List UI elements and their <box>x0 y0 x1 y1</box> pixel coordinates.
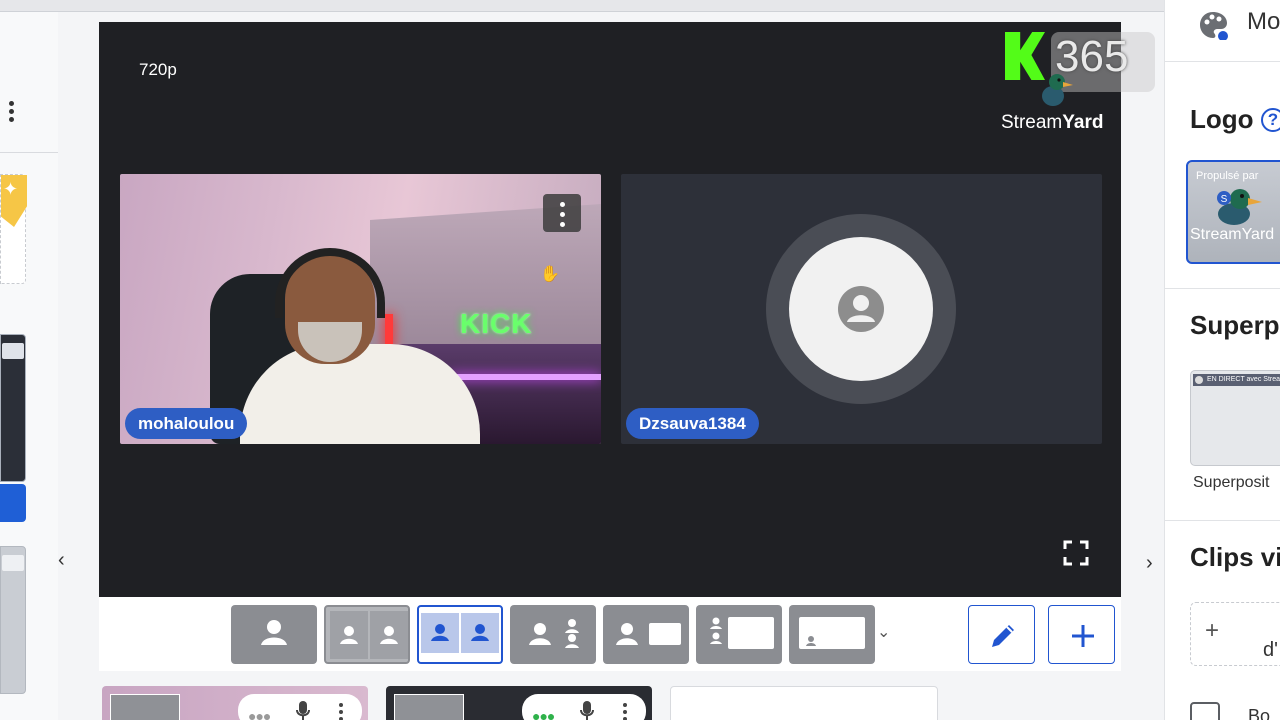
two-persons-icon <box>330 611 408 659</box>
kick-neon-sign: KICK <box>460 308 533 339</box>
loop-checkbox-row[interactable]: Bo <box>1190 702 1280 720</box>
fullscreen-icon[interactable] <box>1063 540 1089 566</box>
layout-toolbar: ⌄ <box>99 597 1121 671</box>
layout-group-button[interactable] <box>510 605 596 664</box>
plus-icon <box>1072 625 1094 647</box>
card-more-options-icon[interactable] <box>338 702 344 720</box>
divider <box>1165 288 1280 289</box>
overlay-banner-text: EN DIRECT avec StreamYard <box>1193 374 1280 386</box>
audio-controls: ●●● <box>522 694 646 720</box>
wordmark-part: Stream <box>1001 112 1063 133</box>
logo-section-title: Logo <box>1190 104 1254 134</box>
audio-level-dots: ●●● <box>248 708 271 720</box>
microphone-icon[interactable] <box>296 700 310 720</box>
streamyard-duck-icon <box>1042 74 1073 106</box>
expand-right-chevron-icon[interactable]: › <box>1146 552 1153 575</box>
checkbox-label: Bo <box>1248 706 1271 720</box>
overlays-section-title: Superp <box>1190 310 1280 340</box>
list-screen-icon <box>710 617 774 649</box>
more-options-icon[interactable] <box>4 98 20 130</box>
person-screen-icon <box>616 623 681 645</box>
logo-card-caption: Propulsé par <box>1196 170 1259 182</box>
layout-person-screen-button[interactable] <box>603 605 689 664</box>
participant-name-tag: Dzsauva1384 <box>626 408 759 439</box>
layout-side-by-side-button[interactable] <box>417 605 503 664</box>
user-avatar-icon <box>838 286 884 332</box>
divider <box>0 152 58 153</box>
brand-overlay: 365 StreamYard <box>987 30 1155 133</box>
video-clips-section-title: Clips vi <box>1190 542 1280 572</box>
microphone-icon[interactable] <box>580 700 594 720</box>
layout-solo-button[interactable] <box>231 605 317 664</box>
backstage-thumbnail <box>110 694 180 720</box>
collapse-left-chevron-icon[interactable]: ‹ <box>58 548 74 572</box>
scene-template-card[interactable]: ✦ <box>0 174 27 284</box>
overlay-logo-dot <box>1195 376 1203 384</box>
add-button[interactable] <box>1048 605 1115 664</box>
panel-header-label: Mo <box>1247 8 1280 35</box>
checkbox[interactable] <box>1190 702 1220 720</box>
backstage-card[interactable]: ●●● <box>102 686 368 720</box>
overlay-option-card[interactable]: EN DIRECT avec StreamYard <box>1190 370 1280 466</box>
clip-card-text: d' <box>1263 639 1278 661</box>
audio-controls: ●●● <box>238 694 362 720</box>
scene-active-indicator[interactable] <box>0 484 26 522</box>
scene-thumbnail-dark[interactable] <box>0 334 26 482</box>
person-icon <box>261 620 287 645</box>
add-video-clip-card[interactable]: + d' <box>1190 602 1280 666</box>
hand-cursor-icon: ✋ <box>540 266 560 283</box>
two-persons-selected-icon <box>421 613 499 653</box>
overlay-caption: Superposit <box>1193 474 1270 491</box>
sparkle-icon: ✦ <box>3 179 19 199</box>
edit-button[interactable] <box>968 605 1035 664</box>
participant-tile-camera[interactable]: KICK ✋ mohaloulou <box>120 174 601 444</box>
backstage-thumbnail <box>394 694 464 720</box>
led-strip <box>450 374 601 380</box>
participant-tile-no-camera[interactable]: Dzsauva1384 <box>621 174 1102 444</box>
group-icon <box>529 619 579 648</box>
left-scenes-strip: ✦ <box>0 12 58 720</box>
card-more-options-icon[interactable] <box>622 702 628 720</box>
logo-option-card[interactable]: Propulsé par S StreamYard <box>1186 160 1280 264</box>
scene-mini-preview <box>2 343 24 359</box>
layout-two-button[interactable] <box>324 605 410 664</box>
palette-icon[interactable] <box>1199 10 1229 40</box>
help-icon[interactable]: ? <box>1261 108 1280 132</box>
wordmark-part: Yard <box>1062 112 1104 133</box>
tile-more-options-icon[interactable] <box>543 194 581 232</box>
browser-top-bar <box>0 0 1280 12</box>
screen-only-icon <box>799 617 865 649</box>
layout-list-screen-button[interactable] <box>696 605 782 664</box>
panel-header: Mo <box>1165 0 1280 62</box>
audio-level-dots: ●●● <box>532 708 555 720</box>
pencil-icon <box>992 625 1014 647</box>
plus-icon: + <box>1205 617 1220 644</box>
scene-mini-preview <box>2 555 24 571</box>
headset <box>275 248 385 318</box>
participant-name-tag: mohaloulou <box>125 408 248 439</box>
brand-settings-panel: Mo Logo ? Propulsé par S StreamYard Supe… <box>1164 0 1280 720</box>
scene-thumbnail-grey[interactable] <box>0 546 26 694</box>
streamyard-duck-icon: S <box>1217 189 1262 225</box>
backstage-card[interactable]: ●●● <box>386 686 652 720</box>
layout-screen-only-button[interactable] <box>789 605 875 664</box>
broadcast-stage: 720p 365 StreamYard KICK ✋ mohaloulou Dz… <box>99 22 1155 597</box>
resolution-label: 720p <box>139 60 177 79</box>
divider <box>1165 520 1280 521</box>
streamyard-wordmark: StreamYard <box>1001 112 1103 134</box>
more-layouts-chevron-down-icon[interactable]: ⌄ <box>877 622 890 642</box>
logo-card-brand: StreamYard <box>1190 226 1275 243</box>
svg-text:S: S <box>1221 194 1228 205</box>
invite-card[interactable] <box>670 686 938 720</box>
